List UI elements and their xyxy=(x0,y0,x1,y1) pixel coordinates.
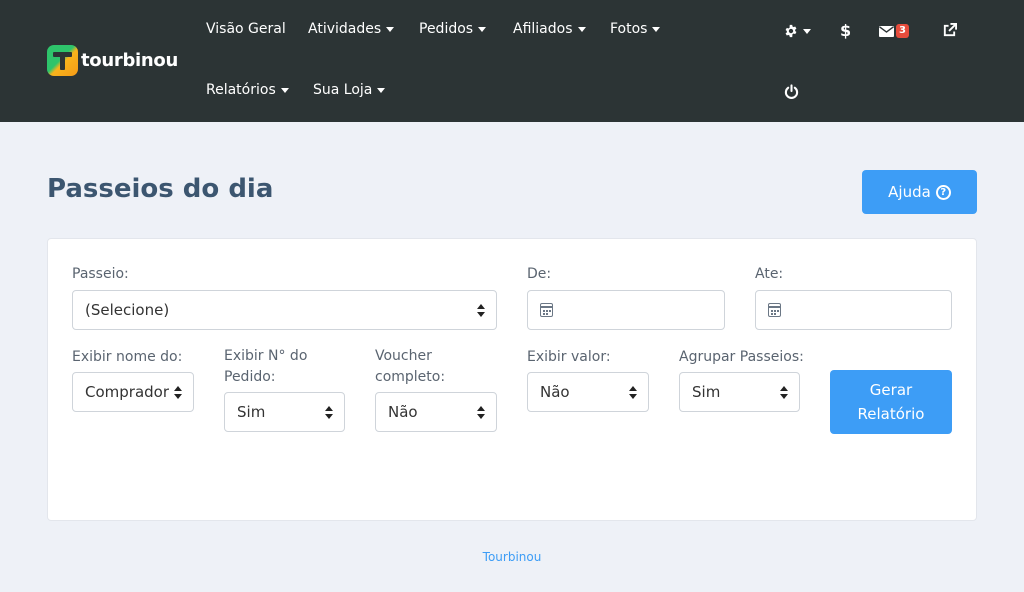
settings-menu[interactable] xyxy=(784,22,811,40)
nav-item-label: Sua Loja xyxy=(313,82,373,98)
currency-link[interactable]: $ xyxy=(840,20,851,40)
chevron-down-icon xyxy=(377,87,386,93)
chevron-down-icon xyxy=(577,26,586,32)
logout-button[interactable] xyxy=(784,83,799,99)
exibir-valor-label: Exibir valor: xyxy=(527,349,611,365)
power-icon xyxy=(784,83,799,99)
exibir-valor-select[interactable]: Não xyxy=(527,372,649,412)
calendar-icon xyxy=(768,303,781,317)
generate-report-button[interactable]: Gerar Relatório xyxy=(830,370,952,434)
envelope-icon xyxy=(879,25,894,37)
select-arrows-icon xyxy=(477,406,485,419)
nav-item-label: Fotos xyxy=(610,21,648,37)
exibir-pedido-value: Sim xyxy=(237,403,266,421)
chevron-down-icon xyxy=(803,28,811,34)
nav-item-visao-geral[interactable]: Visão Geral xyxy=(206,21,286,37)
voucher-select[interactable]: Não xyxy=(375,392,497,432)
exibir-valor-value: Não xyxy=(540,383,570,401)
chevron-down-icon xyxy=(478,26,487,32)
de-label: De: xyxy=(527,266,552,282)
de-date-input[interactable] xyxy=(527,290,725,330)
exibir-nome-value: Comprador xyxy=(85,383,169,401)
ate-date-input[interactable] xyxy=(755,290,952,330)
nav-item-label: Visão Geral xyxy=(206,21,286,37)
nav-item-atividades[interactable]: Atividades xyxy=(308,21,395,37)
select-arrows-icon xyxy=(325,406,333,419)
exibir-pedido-label: Exibir N° do Pedido: xyxy=(224,348,308,385)
chevron-down-icon xyxy=(386,26,395,32)
agrupar-select[interactable]: Sim xyxy=(679,372,800,412)
help-button-label: Ajuda xyxy=(888,183,931,201)
select-arrows-icon xyxy=(477,304,485,317)
calendar-icon xyxy=(540,303,553,317)
exibir-pedido-select[interactable]: Sim xyxy=(224,392,345,432)
voucher-label: Voucher completo: xyxy=(375,348,446,385)
external-link[interactable] xyxy=(942,22,957,38)
nav-item-label: Afiliados xyxy=(513,21,573,37)
brand-name: tourbinou xyxy=(81,50,179,71)
question-circle-icon: ? xyxy=(935,184,951,200)
agrupar-value: Sim xyxy=(692,383,721,401)
ate-label: Ate: xyxy=(755,266,784,282)
select-arrows-icon xyxy=(780,386,788,399)
chevron-down-icon xyxy=(652,26,661,32)
chevron-down-icon xyxy=(280,87,289,93)
passeio-select[interactable]: (Selecione) xyxy=(72,290,497,330)
nav-item-afiliados[interactable]: Afiliados xyxy=(513,21,586,37)
nav-item-relatorios[interactable]: Relatórios xyxy=(206,82,289,98)
page-title: Passeios do dia xyxy=(47,174,274,204)
exibir-nome-select[interactable]: Comprador xyxy=(72,372,194,412)
top-navbar: tourbinou Visão Geral Atividades Pedidos… xyxy=(0,0,1024,122)
voucher-value: Não xyxy=(388,403,418,421)
dollar-icon: $ xyxy=(840,20,852,40)
nav-item-label: Relatórios xyxy=(206,82,276,98)
select-arrows-icon xyxy=(629,386,637,399)
nav-item-fotos[interactable]: Fotos xyxy=(610,21,661,37)
passeio-label: Passeio: xyxy=(72,266,129,282)
exibir-nome-label: Exibir nome do: xyxy=(72,349,183,365)
messages-link[interactable]: 3 xyxy=(879,22,909,40)
nav-item-sua-loja[interactable]: Sua Loja xyxy=(313,82,386,98)
generate-report-label: Gerar Relatório xyxy=(857,381,925,423)
gear-icon xyxy=(785,24,797,38)
agrupar-label: Agrupar Passeios: xyxy=(679,349,804,365)
messages-count-badge: 3 xyxy=(896,24,909,38)
external-link-icon xyxy=(943,22,957,36)
nav-item-label: Atividades xyxy=(308,21,382,37)
help-button[interactable]: Ajuda ? xyxy=(862,170,977,214)
select-arrows-icon xyxy=(174,386,182,399)
footer-link[interactable]: Tourbinou xyxy=(0,550,1024,564)
brand-logo[interactable]: tourbinou xyxy=(47,45,178,76)
nav-item-label: Pedidos xyxy=(419,21,474,37)
passeio-select-value: (Selecione) xyxy=(85,301,170,319)
nav-item-pedidos[interactable]: Pedidos xyxy=(419,21,487,37)
logo-mark-icon xyxy=(47,45,78,76)
